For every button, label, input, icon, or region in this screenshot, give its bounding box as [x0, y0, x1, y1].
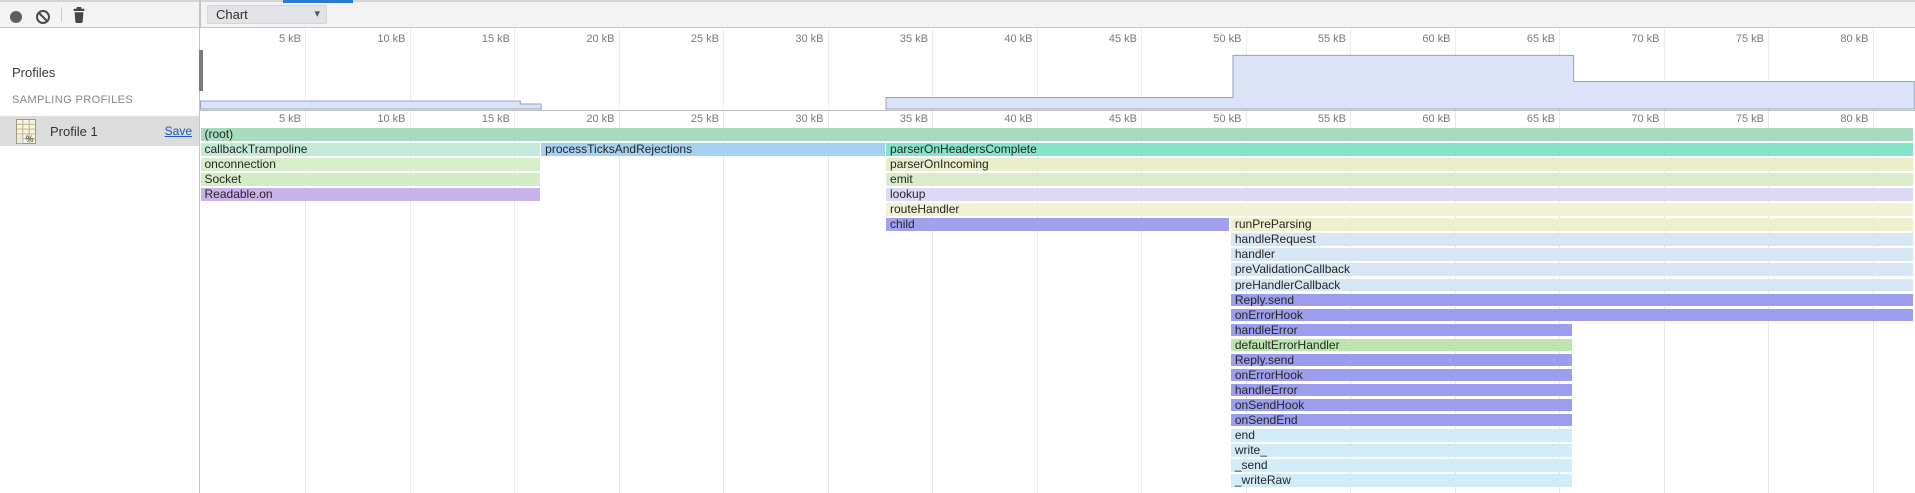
- axis-tick-label: 50 kB: [1162, 113, 1242, 125]
- axis-tick-label: 15 kB: [430, 113, 510, 125]
- flame-bar-write[interactable]: write_: [1231, 444, 1572, 457]
- axis-tick-label: 80 kB: [1789, 113, 1869, 125]
- axis-tick-label: 80 kB: [1789, 33, 1869, 45]
- flame-bar-writeraw[interactable]: _writeRaw: [1231, 474, 1572, 487]
- flame-bar-onerrorhook[interactable]: onErrorHook: [1231, 309, 1913, 322]
- flame-bar-root[interactable]: (root): [201, 128, 1913, 141]
- flame-bar-reply-send[interactable]: Reply.send: [1231, 294, 1913, 307]
- axis-tick-label: 25 kB: [639, 113, 719, 125]
- memory-overview-area: [201, 55, 1915, 109]
- axis-tick-label: 40 kB: [953, 113, 1033, 125]
- axis-tick-label: 30 kB: [744, 33, 824, 45]
- flame-bar-end[interactable]: end: [1231, 429, 1572, 442]
- axis-tick-label: 45 kB: [1057, 33, 1137, 45]
- overview-pane[interactable]: 5 kB 10 kB 15 kB 20 kB 25 kB 30 kB 35 kB 40 kB 4…: [200, 28, 1915, 110]
- axis-tick-label: 15 kB: [430, 33, 510, 45]
- axis-tick-label: 70 kB: [1580, 33, 1660, 45]
- axis-tick-label: 30 kB: [744, 113, 824, 125]
- svg-text:%: %: [25, 134, 33, 144]
- profile-grid-icon: %: [16, 119, 36, 144]
- axis-tick-label: 20 kB: [535, 113, 615, 125]
- flame-bar-send[interactable]: _send: [1231, 459, 1572, 472]
- flame-bar-parseronheaderscomplete[interactable]: parserOnHeadersComplete: [886, 143, 1913, 156]
- axis-tick-label: 5 kB: [221, 33, 301, 45]
- devtools-sampling-profiler: Chart ▾ Profiles SAMPLING PROFILES % Pro…: [0, 0, 1915, 493]
- top-accent-bar: [283, 0, 353, 3]
- sampling-profiles-section-label: SAMPLING PROFILES: [12, 94, 133, 106]
- axis-tick-label: 45 kB: [1057, 113, 1137, 125]
- flame-bar-processticksandrejections[interactable]: processTicksAndRejections: [541, 143, 884, 156]
- flame-chart-pane[interactable]: 5 kB 10 kB 15 kB 20 kB 25 kB 30 kB 35 kB 40 kB 4…: [200, 111, 1915, 493]
- axis-tick-label: 10 kB: [326, 33, 406, 45]
- flame-bar-prehandlercallback[interactable]: preHandlerCallback: [1231, 279, 1913, 292]
- flame-bar-callbacktrampoline[interactable]: callbackTrampoline: [201, 143, 540, 156]
- record-icon[interactable]: [10, 11, 22, 23]
- flame-bar-reply-send[interactable]: Reply.send: [1231, 354, 1572, 367]
- axis-tick-label: 35 kB: [848, 33, 928, 45]
- flame-bar-handleerror[interactable]: handleError: [1231, 384, 1572, 397]
- axis-tick-label: 60 kB: [1371, 113, 1451, 125]
- flame-bar-socket[interactable]: Socket: [201, 173, 540, 186]
- flame-bar-parseronincoming[interactable]: parserOnIncoming: [886, 158, 1913, 171]
- flame-bar-emit[interactable]: emit: [886, 173, 1913, 186]
- axis-tick-label: 60 kB: [1371, 33, 1451, 45]
- axis-tick-label: 65 kB: [1475, 113, 1555, 125]
- axis-tick-label: 10 kB: [326, 113, 406, 125]
- axis-tick-label: 55 kB: [1266, 33, 1346, 45]
- trash-icon[interactable]: [71, 6, 87, 24]
- gridline: [723, 111, 724, 493]
- clear-all-icon[interactable]: [36, 10, 50, 24]
- toolbar: Chart ▾: [0, 2, 1915, 28]
- view-mode-select[interactable]: Chart ▾: [207, 5, 327, 24]
- gridline: [619, 111, 620, 493]
- chevron-down-icon: ▾: [314, 6, 320, 23]
- axis-tick-label: 65 kB: [1475, 33, 1555, 45]
- axis-tick-label: 5 kB: [221, 113, 301, 125]
- axis-tick-label: 70 kB: [1580, 113, 1660, 125]
- range-selector-handle[interactable]: [199, 50, 203, 91]
- axis-tick-label: 40 kB: [953, 33, 1033, 45]
- flame-bar-prevalidationcallback[interactable]: preValidationCallback: [1231, 263, 1913, 276]
- flame-bar-onsendend[interactable]: onSendEnd: [1231, 414, 1572, 427]
- axis-tick-label: 75 kB: [1684, 113, 1764, 125]
- flame-bar-handler[interactable]: handler: [1231, 248, 1913, 261]
- flame-bar-readable-on[interactable]: Readable.on: [201, 188, 540, 201]
- flame-bar-child[interactable]: child: [886, 218, 1229, 231]
- sidebar-title: Profiles: [12, 65, 55, 80]
- flame-bar-onerrorhook[interactable]: onErrorHook: [1231, 369, 1572, 382]
- flame-bar-routehandler[interactable]: routeHandler: [886, 203, 1913, 216]
- axis-tick-label: 50 kB: [1162, 33, 1242, 45]
- sidebar-item-profile-1[interactable]: % Profile 1 Save: [0, 116, 199, 146]
- flame-bar-onsendhook[interactable]: onSendHook: [1231, 399, 1572, 412]
- flame-bar-onconnection[interactable]: onconnection: [201, 158, 540, 171]
- save-link[interactable]: Save: [165, 124, 192, 138]
- flame-bar-defaulterrorhandler[interactable]: defaultErrorHandler: [1231, 339, 1572, 352]
- axis-tick-label: 75 kB: [1684, 33, 1764, 45]
- flame-bar-runpreparsing[interactable]: runPreParsing: [1231, 218, 1913, 231]
- flame-bar-handlerequest[interactable]: handleRequest: [1231, 233, 1913, 246]
- flame-bar-handleerror[interactable]: handleError: [1231, 324, 1572, 337]
- profile-name: Profile 1: [50, 124, 98, 139]
- axis-tick-label: 35 kB: [848, 113, 928, 125]
- sidebar: Profiles SAMPLING PROFILES % Profile 1 S…: [0, 28, 199, 493]
- gridline: [828, 111, 829, 493]
- flame-bar-lookup[interactable]: lookup: [886, 188, 1913, 201]
- axis-tick-label: 25 kB: [639, 33, 719, 45]
- axis-tick-label: 20 kB: [535, 33, 615, 45]
- toolbar-divider: [61, 7, 62, 22]
- axis-tick-label: 55 kB: [1266, 113, 1346, 125]
- view-mode-value: Chart: [216, 7, 248, 22]
